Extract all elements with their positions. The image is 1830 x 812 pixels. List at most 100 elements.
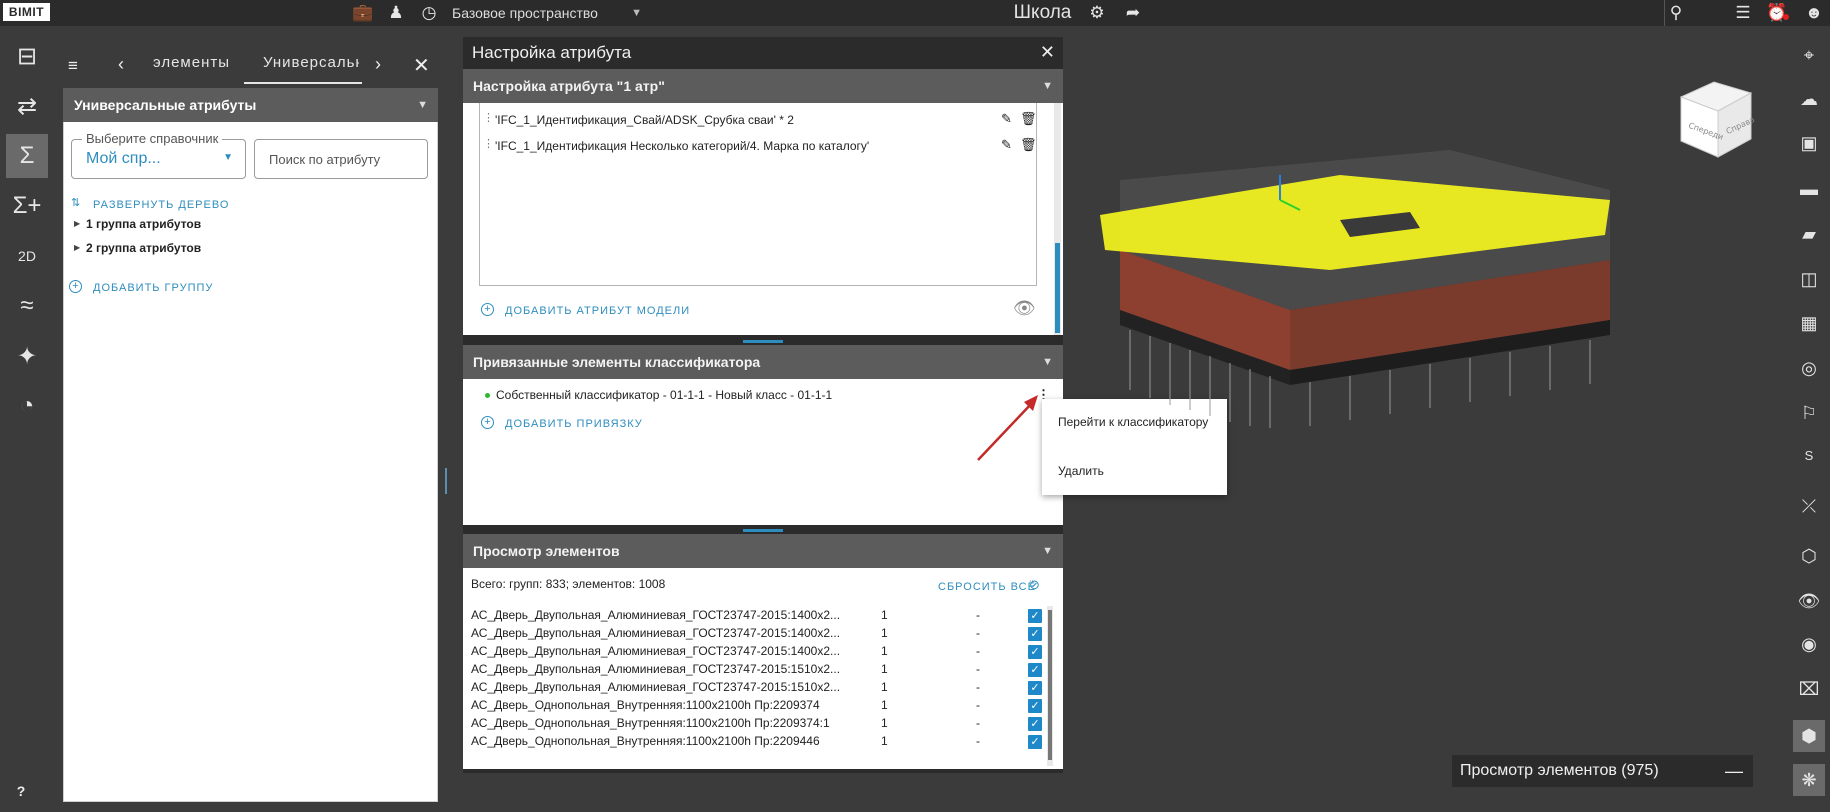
- reset-all-button[interactable]: СБРОСИТЬ ВСЁ: [938, 581, 1036, 593]
- drag-handle-icon[interactable]: ⋮: [483, 137, 494, 150]
- drag-handle-icon[interactable]: ⋮: [483, 111, 494, 124]
- list-icon[interactable]: ☰: [1730, 0, 1756, 26]
- shuffle-icon[interactable]: ⇄: [6, 84, 48, 128]
- expand-tree-button[interactable]: РАЗВЕРНУТЬ ДЕРЕВО: [93, 199, 229, 211]
- floor-plane-icon[interactable]: ⤫: [1793, 490, 1825, 522]
- notification-icon[interactable]: ⏰: [1764, 0, 1790, 26]
- cloud-upload-icon[interactable]: ☁: [1793, 83, 1825, 115]
- attr-settings-section-header[interactable]: Настройка атрибута "1 атр" ▼: [463, 69, 1063, 103]
- section-title: Настройка атрибута "1 атр": [473, 78, 665, 94]
- delete-icon[interactable]: 🗑: [1020, 137, 1037, 153]
- help-icon[interactable]: ?: [10, 780, 32, 802]
- expand-icon: ⇅: [71, 197, 81, 209]
- delete-item[interactable]: Удалить: [1058, 464, 1104, 478]
- chevron-left-icon[interactable]: ‹: [118, 54, 124, 75]
- users-icon[interactable]: ♟: [383, 0, 409, 26]
- sigma-plus-icon[interactable]: Σ+: [6, 184, 48, 228]
- view-cube[interactable]: Спереди Справа: [1676, 79, 1756, 161]
- flag-icon[interactable]: ⚐: [1793, 397, 1825, 429]
- row-checkbox[interactable]: ✓: [1028, 627, 1042, 641]
- splitter-handle[interactable]: [743, 529, 783, 532]
- scrollbar-thumb[interactable]: [1055, 243, 1060, 333]
- caret-right-icon[interactable]: ▶: [74, 243, 80, 252]
- history-icon[interactable]: ◷: [416, 0, 442, 26]
- solid-cube-icon[interactable]: ⬢: [1793, 720, 1825, 752]
- edit-icon[interactable]: ✎: [1001, 111, 1012, 127]
- close-icon[interactable]: ✕: [1040, 42, 1055, 63]
- gauge-icon[interactable]: ◔: [6, 384, 48, 428]
- account-icon[interactable]: ☻: [1801, 0, 1827, 26]
- section-box-icon[interactable]: ◫: [1793, 263, 1825, 295]
- gear-icon[interactable]: ⚙: [1084, 0, 1110, 26]
- caret-right-icon[interactable]: ▶: [74, 219, 80, 228]
- row-checkbox[interactable]: ✓: [1028, 663, 1042, 677]
- tree-icon[interactable]: ⊟: [6, 34, 48, 78]
- layout-icon[interactable]: ▦: [1793, 307, 1825, 339]
- annotation-arrow: [977, 395, 1038, 461]
- tree-group-2[interactable]: 2 группа атрибутов: [86, 241, 201, 255]
- table-row[interactable]: АС_Дверь_Двупольная_Алюминиевая_ГОСТ2374…: [471, 680, 1051, 698]
- plan-2d-icon[interactable]: 2D: [6, 234, 48, 278]
- ruler-icon[interactable]: ▬: [1793, 173, 1825, 205]
- add-binding-button[interactable]: ДОБАВИТЬ ПРИВЯЗКУ: [505, 418, 643, 430]
- model-structure-icon[interactable]: ❋: [1793, 764, 1825, 796]
- cube-outline-icon[interactable]: ⬡: [1793, 540, 1825, 572]
- building-3d-model[interactable]: [1090, 140, 1630, 430]
- hide-icon[interactable]: ◉: [1793, 628, 1825, 660]
- measure-points-icon[interactable]: S: [1793, 440, 1825, 472]
- handbook-select[interactable]: Выберите справочник Мой спр... ▼: [71, 131, 246, 179]
- tab-universal[interactable]: Универсальн: [263, 54, 359, 71]
- section-plane-icon[interactable]: ▰: [1793, 218, 1825, 250]
- table-row[interactable]: АС_Дверь_Однопольная_Внутренняя:1100x210…: [471, 734, 1051, 752]
- eye-icon[interactable]: 👁: [1013, 298, 1036, 319]
- menu-icon[interactable]: ≡: [68, 56, 78, 76]
- table-row[interactable]: АС_Дверь_Двупольная_Алюминиевая_ГОСТ2374…: [471, 608, 1051, 626]
- focus-icon[interactable]: ⌖: [1793, 39, 1825, 71]
- close-icon[interactable]: ✕: [413, 53, 430, 78]
- share-icon[interactable]: ➦: [1120, 0, 1146, 26]
- table-row[interactable]: АС_Дверь_Однопольная_Внутренняя:1100x210…: [471, 698, 1051, 716]
- row-checkbox[interactable]: ✓: [1028, 645, 1042, 659]
- add-model-attribute-button[interactable]: ДОБАВИТЬ АТРИБУТ МОДЕЛИ: [505, 305, 690, 317]
- table-row[interactable]: АС_Дверь_Двупольная_Алюминиевая_ГОСТ2374…: [471, 644, 1051, 662]
- search-icon[interactable]: ⚲: [1663, 0, 1689, 26]
- table-row[interactable]: АС_Дверь_Однопольная_Внутренняя:1100x210…: [471, 716, 1051, 734]
- chart-icon[interactable]: ≈: [6, 284, 48, 328]
- add-group-button[interactable]: ДОБАВИТЬ ГРУППУ: [93, 282, 213, 294]
- element-value: -: [976, 662, 980, 676]
- row-checkbox[interactable]: ✓: [1028, 681, 1042, 695]
- elements-view-panel[interactable]: Просмотр элементов (975) —: [1452, 755, 1753, 787]
- target-icon[interactable]: ◎: [1793, 352, 1825, 384]
- attribute-search-field[interactable]: Поиск по атрибуту: [254, 139, 428, 179]
- element-name: АС_Дверь_Однопольная_Внутренняя:1100x210…: [471, 716, 830, 730]
- chevron-down-icon: ▼: [631, 7, 642, 19]
- project-title: Школа: [1013, 2, 1072, 23]
- clear-selection-icon[interactable]: ⌧: [1793, 673, 1825, 705]
- table-row[interactable]: АС_Дверь_Двупольная_Алюминиевая_ГОСТ2374…: [471, 626, 1051, 644]
- delete-icon[interactable]: 🗑: [1020, 111, 1037, 127]
- elements-view-section-header[interactable]: Просмотр элементов ▼: [463, 534, 1063, 568]
- classifier-section-header[interactable]: Привязанные элементы классификатора ▼: [463, 345, 1063, 379]
- active-tab-indicator: [244, 82, 362, 84]
- edit-icon[interactable]: ✎: [1001, 137, 1012, 153]
- show-icon[interactable]: 👁: [1793, 585, 1825, 617]
- resize-handle[interactable]: [445, 468, 447, 494]
- minimize-icon[interactable]: —: [1725, 755, 1743, 787]
- plugin-icon[interactable]: ✦: [6, 334, 48, 378]
- sigma-icon[interactable]: Σ: [6, 134, 48, 178]
- row-checkbox[interactable]: ✓: [1028, 699, 1042, 713]
- table-row[interactable]: АС_Дверь_Двупольная_Алюминиевая_ГОСТ2374…: [471, 662, 1051, 680]
- tree-group-1[interactable]: 1 группа атрибутов: [86, 217, 201, 231]
- briefcase-icon[interactable]: 💼: [350, 0, 376, 26]
- splitter-handle[interactable]: [743, 340, 783, 343]
- space-select[interactable]: Базовое пространство ▼: [452, 0, 642, 26]
- row-checkbox[interactable]: ✓: [1028, 609, 1042, 623]
- row-checkbox[interactable]: ✓: [1028, 717, 1042, 731]
- row-checkbox[interactable]: ✓: [1028, 735, 1042, 749]
- chevron-right-icon[interactable]: ›: [375, 54, 381, 75]
- tab-elements[interactable]: элементы: [153, 54, 230, 71]
- section-title: Привязанные элементы классификатора: [473, 354, 761, 370]
- zoom-selection-icon[interactable]: ▣: [1793, 127, 1825, 159]
- section-header[interactable]: Универсальные атрибуты ▼: [63, 88, 438, 122]
- filter-off-icon[interactable]: ⊘: [1029, 577, 1040, 593]
